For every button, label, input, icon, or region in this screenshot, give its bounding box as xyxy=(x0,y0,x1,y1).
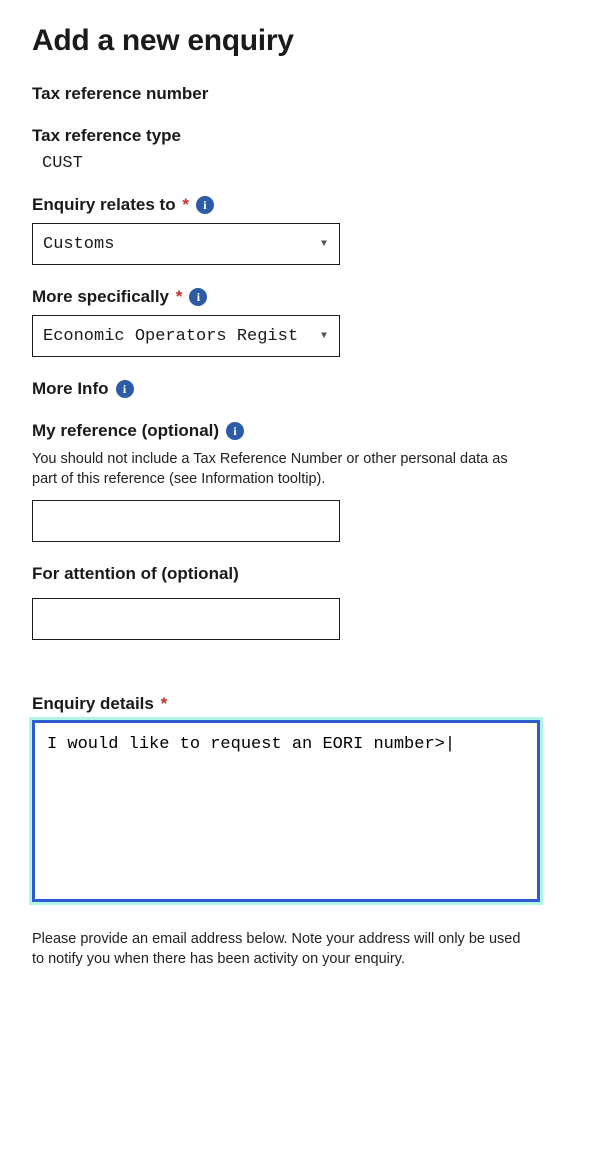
for-attention-group: For attention of (optional) xyxy=(32,564,560,640)
my-reference-help: You should not include a Tax Reference N… xyxy=(32,449,522,490)
my-reference-group: My reference (optional) i You should not… xyxy=(32,421,560,542)
more-specifically-select[interactable]: Economic Operators Regist ▼ xyxy=(32,315,340,357)
tax-reference-number-group: Tax reference number xyxy=(32,84,560,104)
my-reference-label: My reference (optional) xyxy=(32,421,219,441)
required-mark: * xyxy=(156,694,167,713)
for-attention-label: For attention of (optional) xyxy=(32,564,239,584)
info-icon[interactable]: i xyxy=(189,288,207,306)
enquiry-details-group: Enquiry details * xyxy=(32,694,560,907)
tax-ref-type-value: CUST xyxy=(32,154,560,173)
enquiry-relates-group: Enquiry relates to * i Customs ▼ xyxy=(32,195,560,265)
info-icon[interactable]: i xyxy=(116,380,134,398)
enquiry-details-label: Enquiry details * xyxy=(32,694,167,714)
tax-ref-number-label: Tax reference number xyxy=(32,84,208,104)
required-mark: * xyxy=(171,287,182,306)
enquiry-details-textarea[interactable] xyxy=(32,720,540,902)
my-reference-input[interactable] xyxy=(32,500,340,542)
tax-ref-type-label: Tax reference type xyxy=(32,126,181,146)
more-specifically-label: More specifically * xyxy=(32,287,182,307)
enquiry-relates-label: Enquiry relates to * xyxy=(32,195,189,215)
for-attention-input[interactable] xyxy=(32,598,340,640)
required-mark: * xyxy=(178,195,189,214)
more-specifically-group: More specifically * i Economic Operators… xyxy=(32,287,560,357)
email-note: Please provide an email address below. N… xyxy=(32,929,522,970)
tax-reference-type-group: Tax reference type CUST xyxy=(32,126,560,173)
more-info-label: More Info xyxy=(32,379,109,399)
more-info-group: More Info i xyxy=(32,379,560,399)
info-icon[interactable]: i xyxy=(196,196,214,214)
chevron-down-icon: ▼ xyxy=(321,239,327,250)
page-title: Add a new enquiry xyxy=(32,24,560,58)
enquiry-relates-select[interactable]: Customs ▼ xyxy=(32,223,340,265)
chevron-down-icon: ▼ xyxy=(321,331,327,342)
info-icon[interactable]: i xyxy=(226,422,244,440)
